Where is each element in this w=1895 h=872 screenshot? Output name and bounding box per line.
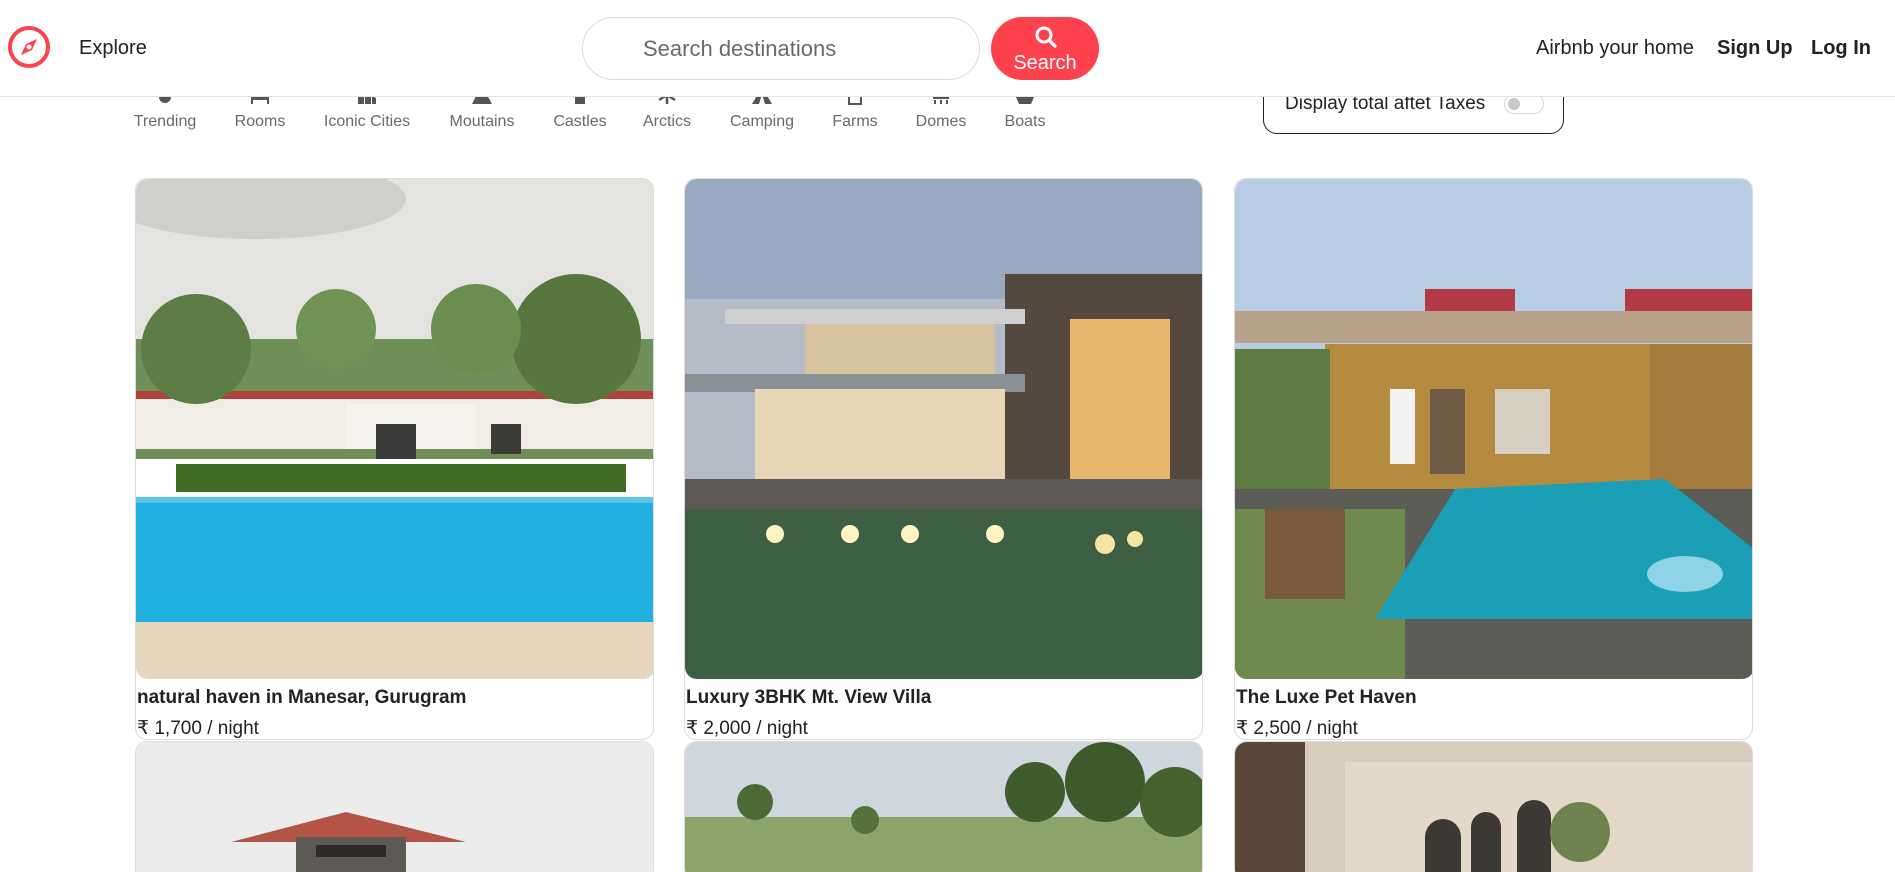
search-button[interactable]: Search <box>991 17 1099 80</box>
filter-label: Farms <box>832 113 878 130</box>
listing-card[interactable]: The Luxe Pet Haven ₹ 2,500 / night <box>1234 178 1753 740</box>
filter-label: Domes <box>915 113 967 130</box>
filter-label: Castles <box>553 113 607 130</box>
listing-card[interactable] <box>684 741 1203 872</box>
filter-label: Rooms <box>234 113 286 130</box>
filter-label: Trending <box>133 113 197 130</box>
filter-label: Moutains <box>449 113 515 130</box>
login-link[interactable]: Log In <box>1811 37 1871 60</box>
signup-link[interactable]: Sign Up <box>1717 37 1793 60</box>
search-input[interactable] <box>643 32 963 66</box>
host-link[interactable]: Airbnb your home <box>1536 37 1694 60</box>
tax-switch[interactable] <box>1504 94 1544 114</box>
filter-label: Boats <box>1004 113 1046 130</box>
listing-price: ₹ 1,700 / night <box>137 718 259 739</box>
listing-photo[interactable] <box>136 179 653 679</box>
listing-title: Luxury 3BHK Mt. View Villa <box>686 687 932 708</box>
search-icon <box>1035 26 1057 48</box>
filter-label: Arctics <box>643 113 691 130</box>
listing-card[interactable]: natural haven in Manesar, Gurugram ₹ 1,7… <box>135 178 654 740</box>
compass-icon[interactable] <box>7 25 51 69</box>
switch-knob <box>1508 98 1520 110</box>
search-button-label: Search <box>1013 52 1077 74</box>
explore-link[interactable]: Explore <box>79 37 147 60</box>
listing-photo[interactable] <box>685 742 1202 872</box>
listing-price: ₹ 2,500 / night <box>1236 718 1358 739</box>
listing-title: The Luxe Pet Haven <box>1236 687 1417 708</box>
filter-label: Iconic Cities <box>323 113 411 130</box>
search-bar <box>582 17 980 80</box>
listing-card[interactable] <box>1234 741 1753 872</box>
listing-price: ₹ 2,000 / night <box>686 718 808 739</box>
listing-photo[interactable] <box>1235 742 1752 872</box>
listing-photo[interactable] <box>685 179 1202 679</box>
listing-card[interactable]: Luxury 3BHK Mt. View Villa ₹ 2,000 / nig… <box>684 178 1203 740</box>
listing-card[interactable] <box>135 741 654 872</box>
listing-photo[interactable] <box>136 742 653 872</box>
top-navbar: Explore Search Airbnb your home Sign Up … <box>0 0 1895 97</box>
listing-title: natural haven in Manesar, Gurugram <box>137 687 467 708</box>
filter-label: Camping <box>729 113 795 130</box>
listing-photo[interactable] <box>1235 179 1752 679</box>
